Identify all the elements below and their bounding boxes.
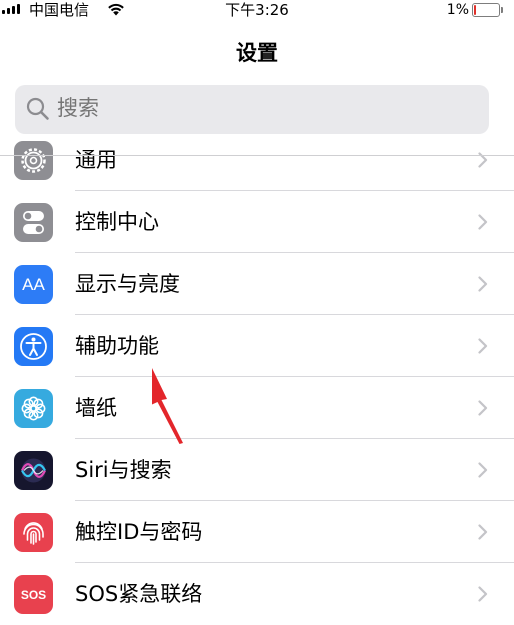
gear-icon bbox=[14, 141, 53, 180]
chevron-right-icon bbox=[478, 214, 488, 230]
settings-item-accessibility[interactable]: 辅助功能 bbox=[0, 315, 514, 377]
settings-item-wallpaper[interactable]: 墙纸 bbox=[0, 377, 514, 439]
settings-item-label: 显示与亮度 bbox=[75, 272, 180, 296]
sos-icon: SOS bbox=[14, 575, 53, 614]
accessibility-icon bbox=[14, 327, 53, 366]
settings-item-general[interactable]: 通用 bbox=[0, 129, 514, 191]
settings-list: 通用 控制中心 AA 显示与亮度 辅助功能 墙纸 Siri与搜索 触控ID与密码… bbox=[0, 129, 514, 625]
settings-item-label: 墙纸 bbox=[75, 396, 117, 420]
settings-item-label: 控制中心 bbox=[75, 210, 159, 234]
search-divider bbox=[0, 155, 514, 156]
settings-item-control-center[interactable]: 控制中心 bbox=[0, 191, 514, 253]
battery-percentage: 1% bbox=[446, 2, 469, 18]
flower-icon bbox=[14, 389, 53, 428]
settings-item-label: SOS紧急联络 bbox=[75, 582, 203, 606]
status-bar: 中国电信 下午3:26 1% bbox=[0, 0, 514, 20]
text-size-icon: AA bbox=[14, 265, 53, 304]
settings-item-label: 触控ID与密码 bbox=[75, 520, 203, 544]
chevron-right-icon bbox=[478, 462, 488, 478]
settings-item-emergency-sos[interactable]: SOS SOS紧急联络 bbox=[0, 563, 514, 625]
chevron-right-icon bbox=[478, 338, 488, 354]
settings-item-label: 通用 bbox=[75, 148, 117, 172]
text-size-glyph: AA bbox=[22, 274, 45, 294]
settings-item-label: Siri与搜索 bbox=[75, 458, 172, 482]
toggles-icon bbox=[14, 203, 53, 242]
search-input[interactable] bbox=[57, 85, 457, 132]
settings-item-touch-id-passcode[interactable]: 触控ID与密码 bbox=[0, 501, 514, 563]
chevron-right-icon bbox=[478, 400, 488, 416]
search-bar[interactable] bbox=[15, 85, 489, 134]
fingerprint-icon bbox=[14, 513, 53, 552]
settings-item-siri-search[interactable]: Siri与搜索 bbox=[0, 439, 514, 501]
sos-glyph: SOS bbox=[20, 587, 47, 602]
battery-icon bbox=[472, 3, 503, 17]
chevron-right-icon bbox=[478, 276, 488, 292]
page-title: 设置 bbox=[236, 41, 278, 65]
status-time: 下午3:26 bbox=[225, 1, 289, 19]
siri-icon bbox=[14, 451, 53, 490]
chevron-right-icon bbox=[478, 524, 488, 540]
annotation-arrow-icon bbox=[152, 368, 183, 444]
settings-item-display-brightness[interactable]: AA 显示与亮度 bbox=[0, 253, 514, 315]
search-icon bbox=[26, 97, 49, 120]
chevron-right-icon bbox=[478, 586, 488, 602]
